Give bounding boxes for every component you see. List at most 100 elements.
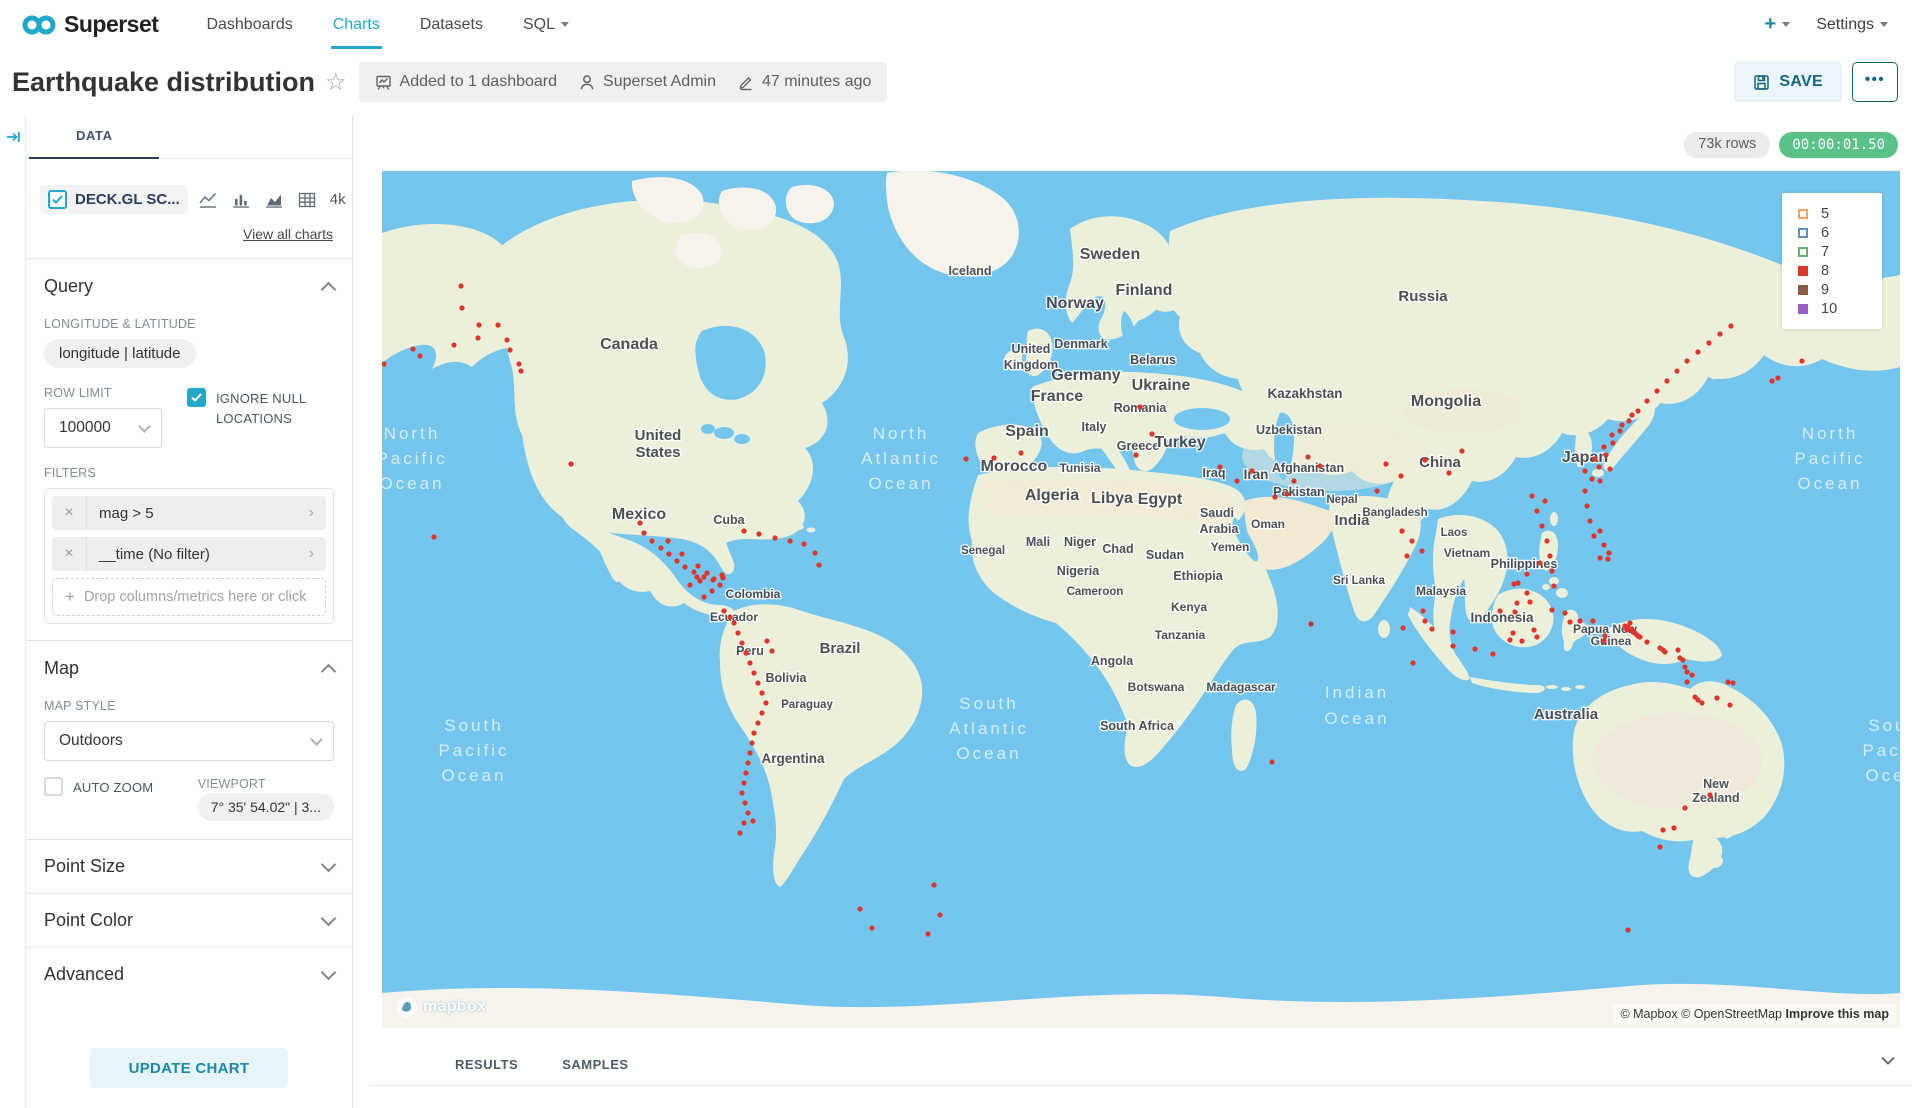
filter-chip[interactable]: × __time (No filter) › [52,537,326,571]
world-map: NorthPacificOceanNorthAtlanticOceanNorth… [382,171,1900,1028]
earthquake-point [1706,340,1711,345]
nav-item-charts[interactable]: Charts [313,0,400,49]
chevron-down-icon [138,420,151,433]
owner-badge[interactable]: Superset Admin [579,73,716,91]
more-actions-button[interactable]: ••• [1852,62,1898,102]
superset-explore-page: Superset Dashboards Charts Datasets SQL … [0,0,1912,1108]
legend-entry[interactable]: 5 [1798,205,1882,222]
map-label: Tunisia [1059,461,1100,475]
expand-panel-icon[interactable] [5,129,21,150]
earthquake-point [937,912,942,917]
map-section-header[interactable]: Map [44,641,334,685]
dataset-checkbox[interactable] [48,190,67,209]
chevron-down-icon [310,733,323,746]
earthquake-point [1629,412,1634,417]
nav-item-sql[interactable]: SQL [503,0,589,49]
legend-entry[interactable]: 6 [1798,224,1882,241]
advanced-header[interactable]: Advanced [44,948,334,1001]
tab-samples[interactable]: SAMPLES [562,1057,628,1072]
map-label: Philippines [1491,557,1558,571]
save-button[interactable]: SAVE [1734,62,1842,102]
collapse-results-icon[interactable] [1880,1053,1896,1071]
earthquake-point [1567,619,1572,624]
ignore-null-row[interactable]: IGNORE NULL LOCATIONS [187,388,334,429]
earthquake-point [1234,478,1239,483]
map-label: Ukraine [1132,377,1191,394]
lonlat-chip[interactable]: longitude | latitude [44,339,196,368]
dashboards-badge[interactable]: Added to 1 dashboard [375,73,557,91]
improve-map-link[interactable]: Improve this map [1786,1007,1890,1021]
superset-logo[interactable]: Superset [22,11,158,38]
update-chart-button[interactable]: UPDATE CHART [90,1048,288,1088]
earthquake-point [1374,488,1379,493]
earthquake-point [1018,450,1023,455]
earthquake-point [1592,456,1597,461]
earthquake-point [1529,493,1534,498]
row-count-badge: 73k rows [1684,132,1770,158]
earthquake-point [1420,608,1425,613]
earthquake-point [1684,358,1689,363]
earthquake-point [1597,478,1602,483]
point-color-header[interactable]: Point Color [44,894,334,947]
new-item-button[interactable]: + [1765,13,1791,36]
tab-results[interactable]: RESULTS [455,1057,518,1072]
nav-item-dashboards[interactable]: Dashboards [186,0,312,49]
legend-entry[interactable]: 7 [1798,243,1882,260]
mapbox-logo[interactable]: mapbox [396,996,486,1018]
last-modified-badge[interactable]: 47 minutes ago [738,73,871,91]
page-title: Earthquake distribution [12,67,315,98]
bar-chart-icon[interactable] [231,190,251,210]
query-section-header[interactable]: Query [44,259,334,303]
deckgl-map[interactable]: NorthPacificOceanNorthAtlanticOceanNorth… [382,171,1900,1028]
line-chart-icon[interactable] [198,190,218,210]
legend-label: 9 [1821,282,1829,298]
legend-entry[interactable]: 9 [1798,281,1882,298]
mapbox-attribution-link[interactable]: © Mapbox [1620,1007,1677,1021]
map-label: United [1012,342,1051,356]
data-panel: DATA DECK.GL SC... 4k View all charts [26,115,353,1108]
earthquake-point [674,558,679,563]
map-label: Japan [1562,449,1608,466]
earthquake-point [857,906,862,911]
remove-filter-icon[interactable]: × [52,496,87,530]
filter-dropzone[interactable]: + Drop columns/metrics here or click [52,578,326,616]
point-color-section: Point Color [26,894,352,947]
viewport-chip[interactable]: 7° 35' 54.02" | 3... [198,793,334,821]
earthquake-point [1590,618,1595,623]
table-icon[interactable] [297,190,317,210]
dataset-chip[interactable]: DECK.GL SC... [40,185,188,214]
auto-zoom-checkbox[interactable] [44,777,63,796]
favorite-star-icon[interactable]: ☆ [325,68,347,97]
earthquake-point [1601,638,1606,643]
earthquake-point [518,368,523,373]
view-all-charts-link[interactable]: View all charts [243,226,333,242]
earthquake-point [1577,618,1582,623]
point-size-header[interactable]: Point Size [44,840,334,893]
row-limit-select[interactable]: 100000 [44,408,162,448]
earthquake-point [925,931,930,936]
chevron-down-icon [1880,22,1888,27]
legend-entry[interactable]: 10 [1798,300,1882,317]
earthquake-point [749,740,754,745]
auto-zoom-row[interactable]: AUTO ZOOM [44,777,198,798]
map-label: Angola [1091,654,1134,668]
ignore-null-checkbox[interactable] [187,388,206,407]
filter-chip[interactable]: × mag > 5 › [52,496,326,530]
earthquake-point [1626,418,1631,423]
viz-count-badge[interactable]: 4k [330,191,346,208]
tab-data[interactable]: DATA [76,128,113,143]
map-label: Mexico [612,506,666,523]
remove-filter-icon[interactable]: × [52,537,87,571]
earthquake-point [731,620,736,625]
legend-entry[interactable]: 8 [1798,262,1882,279]
earthquake-point [1624,627,1629,632]
map-label: North [384,424,441,443]
osm-attribution-link[interactable]: © OpenStreetMap [1681,1007,1782,1021]
settings-menu[interactable]: Settings [1816,16,1888,34]
area-chart-icon[interactable] [264,190,284,210]
earthquake-point [727,614,732,619]
earthquake-point [741,528,746,533]
filters-box: × mag > 5 › × __time (No filter) › + Dro… [44,488,334,624]
nav-item-datasets[interactable]: Datasets [400,0,503,49]
map-style-select[interactable]: Outdoors [44,721,334,761]
